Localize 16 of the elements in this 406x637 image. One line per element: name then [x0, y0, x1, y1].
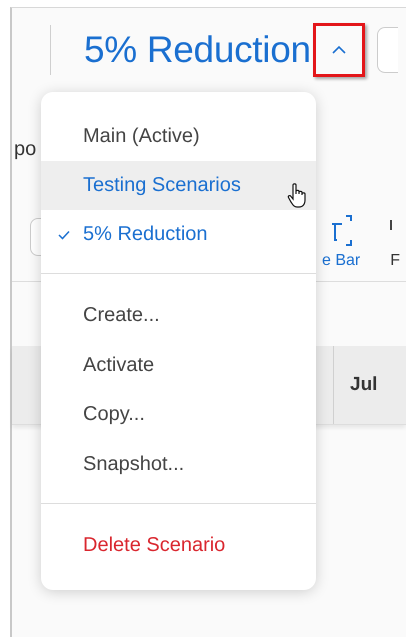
toolbar-tool[interactable]: e Bar [322, 212, 360, 270]
menu-item[interactable]: Snapshot... [41, 440, 316, 489]
column-header: Jul [349, 373, 378, 397]
menu-item[interactable]: Copy... [41, 390, 316, 440]
chevron-up-icon [330, 45, 347, 55]
menu-item[interactable]: Activate [41, 340, 316, 390]
menu-item[interactable]: 5% Reduction [41, 210, 316, 259]
toolbar-tool[interactable]: F [390, 212, 400, 270]
chevron-button[interactable] [312, 23, 365, 77]
scenario-title: 5% Reduction [84, 29, 311, 71]
section-label: po [14, 138, 36, 161]
check-icon [58, 230, 70, 240]
delete-menu-item[interactable]: Delete Scenario [41, 521, 316, 570]
menu-item[interactable]: Testing Scenarios [41, 161, 316, 210]
menu-item[interactable]: Create... [41, 291, 316, 340]
menu-item[interactable]: Main (Active) [41, 112, 316, 161]
